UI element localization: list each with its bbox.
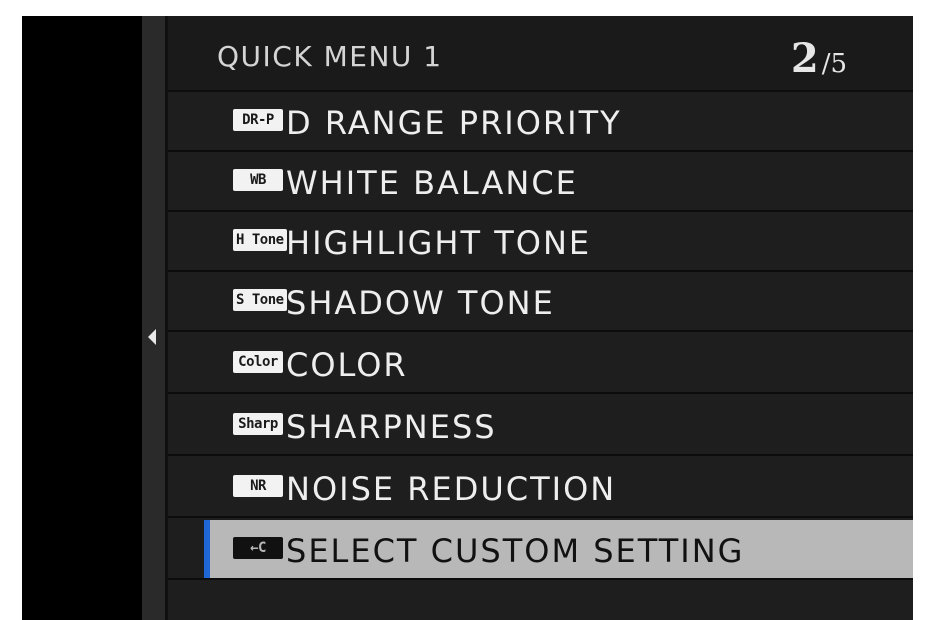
menu-title: QUICK MENU 1 — [217, 40, 443, 73]
menu-item-label: D RANGE PRIORITY — [286, 104, 622, 142]
menu-item-sharpness[interactable]: Sharp SHARPNESS — [168, 396, 913, 456]
dr-priority-icon: DR-P — [233, 109, 283, 131]
menu-item-color[interactable]: Color COLOR — [168, 334, 913, 394]
page-indicator: 2/5 — [791, 35, 847, 82]
menu-item-white-balance[interactable]: WB WHITE BALANCE — [168, 152, 913, 212]
left-panel — [22, 16, 142, 620]
noise-reduction-icon: NR — [233, 475, 283, 497]
select-custom-setting-icon: ←C — [233, 537, 283, 559]
shadow-tone-icon: S Tone — [233, 289, 287, 311]
menu-item-label: SHARPNESS — [286, 408, 497, 446]
quick-menu: QUICK MENU 1 2/5 DR-P D RANGE PRIORITY W… — [168, 16, 913, 620]
left-arrow-icon[interactable] — [148, 329, 156, 345]
menu-header: QUICK MENU 1 2/5 — [168, 16, 913, 92]
menu-item-label: NOISE REDUCTION — [286, 470, 617, 508]
menu-item-label: HIGHLIGHT TONE — [286, 224, 592, 262]
white-balance-icon: WB — [233, 169, 283, 191]
highlight-tone-icon: H Tone — [233, 229, 287, 251]
menu-item-label: SHADOW TONE — [286, 284, 555, 322]
menu-item-shadow-tone[interactable]: S Tone SHADOW TONE — [168, 272, 913, 332]
page-total: 5 — [830, 49, 847, 79]
menu-item-noise-reduction[interactable]: NR NOISE REDUCTION — [168, 458, 913, 518]
color-icon: Color — [233, 351, 283, 373]
camera-screen: QUICK MENU 1 2/5 DR-P D RANGE PRIORITY W… — [22, 16, 913, 620]
menu-item-highlight-tone[interactable]: H Tone HIGHLIGHT TONE — [168, 212, 913, 272]
menu-item-label: WHITE BALANCE — [286, 164, 578, 202]
menu-item-select-custom-setting[interactable]: ←C SELECT CUSTOM SETTING — [168, 520, 913, 580]
menu-item-label: COLOR — [286, 346, 408, 384]
sharpness-icon: Sharp — [233, 413, 283, 435]
menu-item-label: SELECT CUSTOM SETTING — [286, 532, 745, 570]
sidebar — [142, 16, 168, 620]
page-current: 2 — [790, 35, 819, 82]
menu-item-d-range-priority[interactable]: DR-P D RANGE PRIORITY — [168, 92, 913, 152]
